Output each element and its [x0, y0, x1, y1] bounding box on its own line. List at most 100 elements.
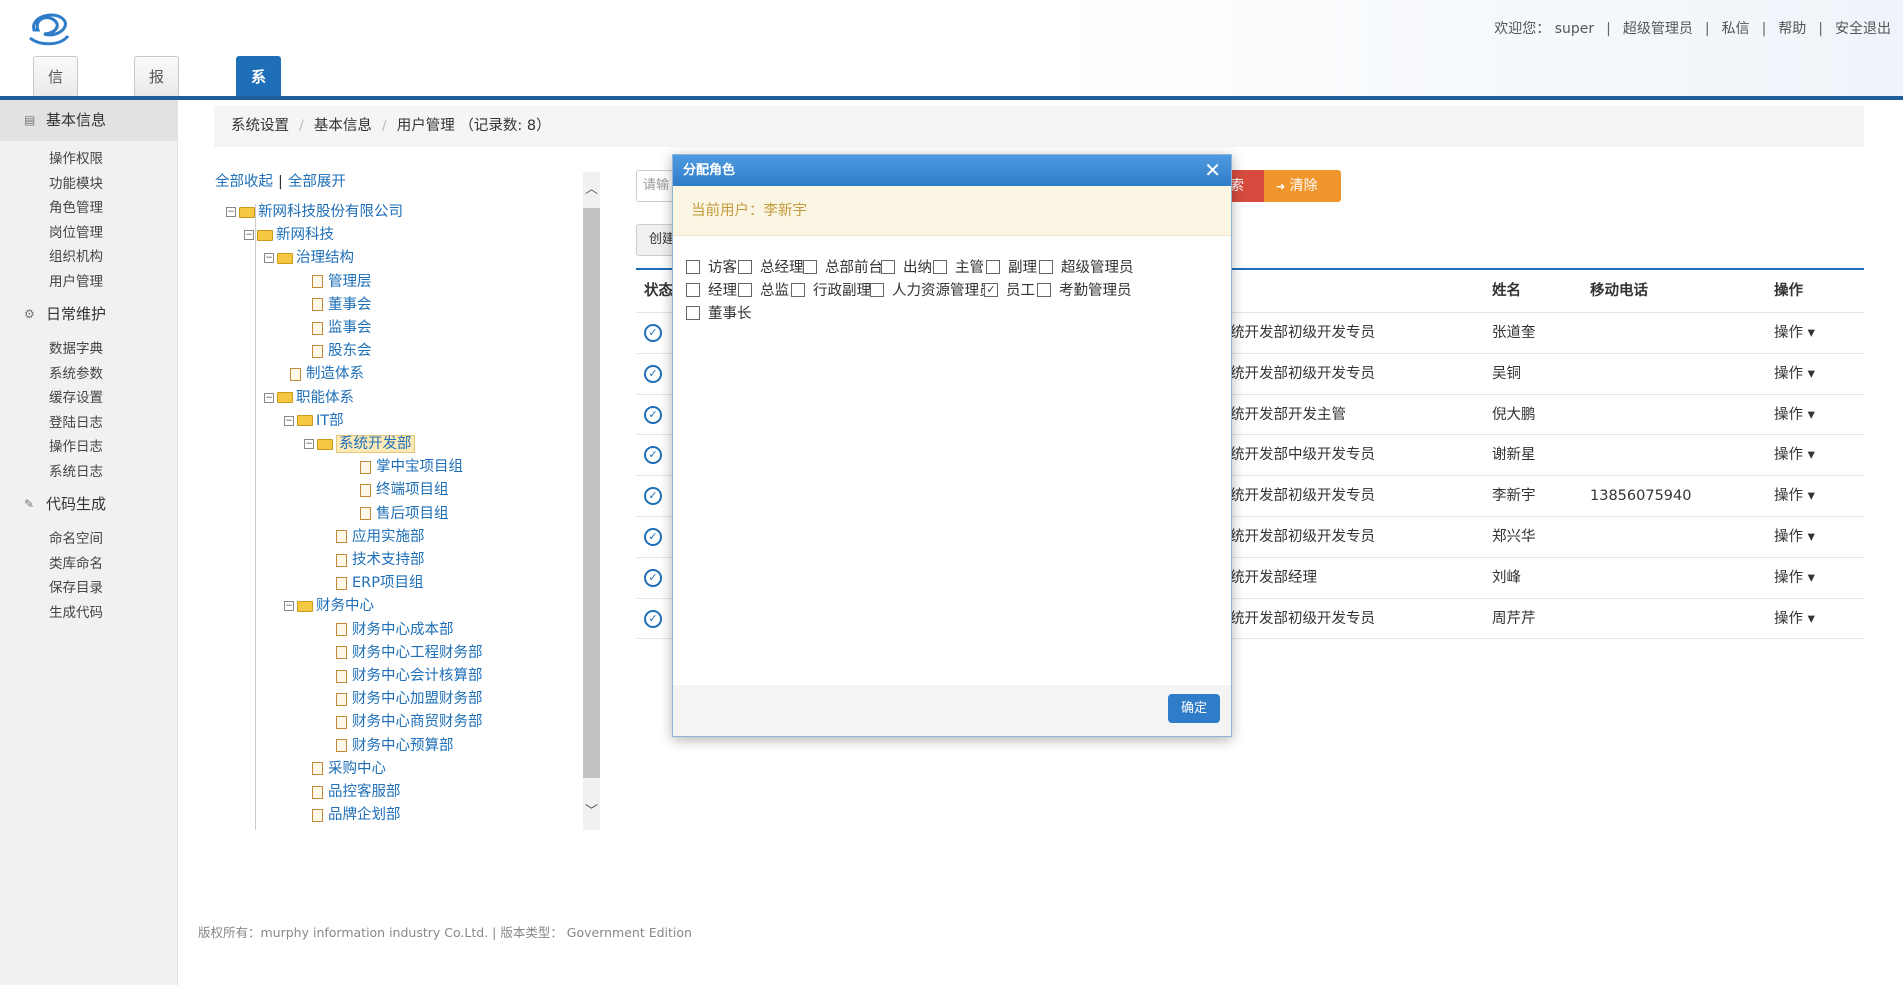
tree-node[interactable]: 掌中宝项目组 — [360, 456, 463, 478]
checkbox-icon[interactable] — [738, 282, 752, 297]
checkbox-icon[interactable] — [803, 259, 817, 274]
help-link[interactable]: 帮助 — [1778, 21, 1806, 37]
checkbox-icon[interactable] — [738, 259, 752, 274]
tree-node[interactable]: 终端项目组 — [360, 479, 449, 501]
tree-node[interactable]: − IT部 — [284, 410, 344, 432]
tab-system-settings[interactable]: 系统设置 — [236, 56, 282, 206]
tree-node[interactable]: 财务中心商贸财务部 — [336, 711, 483, 733]
checkbox-icon[interactable] — [686, 259, 700, 274]
tree-node[interactable]: − 新网科技 — [244, 224, 334, 246]
operation-dropdown[interactable]: 操作 ▾ — [1774, 599, 1815, 639]
close-icon[interactable]: ✕ — [1204, 157, 1221, 183]
sidebar-item-params[interactable]: 系统参数 — [0, 362, 177, 387]
role-checkbox[interactable]: 总监 — [738, 281, 789, 301]
confirm-button[interactable]: 确定 — [1168, 694, 1220, 723]
checkbox-icon[interactable] — [881, 259, 895, 274]
operation-dropdown[interactable]: 操作 ▾ — [1774, 435, 1815, 475]
sidebar-item-users[interactable]: 用户管理 — [0, 270, 177, 295]
collapse-toggle-icon[interactable]: − — [304, 439, 314, 449]
role-checkbox[interactable]: 访客 — [686, 258, 737, 278]
role-checkbox[interactable]: 副理 — [986, 258, 1037, 278]
role-checkbox[interactable]: 超级管理员 — [1039, 258, 1134, 278]
sidebar-item-login-log[interactable]: 登陆日志 — [0, 411, 177, 436]
scroll-down-icon[interactable]: ﹀ — [583, 802, 600, 822]
collapse-toggle-icon[interactable]: − — [226, 207, 236, 217]
tree-node[interactable]: 监事会 — [312, 317, 372, 339]
sidebar-item-save-dir[interactable]: 保存目录 — [0, 576, 177, 601]
role-checkbox[interactable]: 总经理 — [738, 258, 804, 278]
tree-scrollbar[interactable]: ︿ ﹀ — [583, 172, 600, 830]
sidebar-item-positions[interactable]: 岗位管理 — [0, 221, 177, 246]
role-checkbox[interactable]: 行政副理 — [791, 281, 871, 301]
breadcrumb-basic-info[interactable]: 基本信息 — [314, 118, 372, 134]
sidebar-item-roles[interactable]: 角色管理 — [0, 196, 177, 221]
logout-link[interactable]: 安全退出 — [1835, 21, 1891, 37]
role-link[interactable]: 超级管理员 — [1623, 21, 1693, 37]
tab-info-center[interactable]: 信息中心 — [33, 56, 79, 206]
checkbox-icon[interactable] — [791, 282, 805, 297]
tree-node[interactable]: − 系统开发部 — [304, 433, 415, 455]
tree-node[interactable]: 股东会 — [312, 340, 372, 362]
tree-node[interactable]: 财务中心工程财务部 — [336, 642, 483, 664]
sidebar-item-class-naming[interactable]: 类库命名 — [0, 552, 177, 577]
checkbox-icon[interactable] — [986, 259, 1000, 274]
messages-link[interactable]: 私信 — [1722, 21, 1750, 37]
operation-dropdown[interactable]: 操作 ▾ — [1774, 354, 1815, 394]
operation-dropdown[interactable]: 操作 ▾ — [1774, 395, 1815, 435]
tree-node[interactable]: 财务中心加盟财务部 — [336, 688, 483, 710]
sidebar-item-op-log[interactable]: 操作日志 — [0, 435, 177, 460]
scroll-thumb[interactable] — [583, 208, 600, 778]
sidebar-item-dictionary[interactable]: 数据字典 — [0, 337, 177, 362]
role-checkbox[interactable]: 人力资源管理员 — [870, 281, 994, 301]
tree-node[interactable]: 财务中心成本部 — [336, 619, 454, 641]
tree-node[interactable]: − 职能体系 — [264, 387, 354, 409]
collapse-toggle-icon[interactable]: − — [284, 601, 294, 612]
tree-node[interactable]: 董事会 — [312, 294, 372, 316]
clear-button[interactable]: ➜ 清除 — [1264, 170, 1341, 202]
tree-node[interactable]: − 治理结构 — [264, 247, 354, 269]
sidebar-item-namespace[interactable]: 命名空间 — [0, 527, 177, 552]
collapse-toggle-icon[interactable]: − — [264, 253, 274, 264]
sidebar-item-permissions[interactable]: 操作权限 — [0, 147, 177, 172]
sidebar-item-modules[interactable]: 功能模块 — [0, 172, 177, 197]
checkbox-icon[interactable] — [686, 282, 700, 297]
tree-node[interactable]: 管理层 — [312, 271, 372, 293]
role-checkbox[interactable]: 主管 — [933, 258, 984, 278]
sidebar-head-codegen[interactable]: ✎ 代码生成 — [0, 484, 177, 525]
tree-node[interactable]: 品牌企划部 — [312, 804, 401, 826]
tree-node[interactable]: 财务中心预算部 — [336, 735, 454, 757]
tree-node[interactable]: − 财务中心 — [284, 595, 374, 617]
operation-dropdown[interactable]: 操作 ▾ — [1774, 558, 1815, 598]
sidebar-item-generate[interactable]: 生成代码 — [0, 601, 177, 626]
tree-node[interactable]: 财务中心会计核算部 — [336, 665, 483, 687]
checkbox-icon[interactable] — [1039, 259, 1053, 274]
tree-node[interactable]: 采购中心 — [312, 758, 386, 780]
tree-node[interactable]: 制造体系 — [290, 363, 364, 385]
checkbox-icon[interactable] — [870, 282, 884, 297]
sidebar-item-sys-log[interactable]: 系统日志 — [0, 460, 177, 485]
role-checkbox[interactable]: 考勤管理员 — [1037, 281, 1132, 301]
operation-dropdown[interactable]: 操作 ▾ — [1774, 313, 1815, 353]
tree-node[interactable]: 应用实施部 — [336, 526, 425, 548]
role-checkbox[interactable]: 董事长 — [686, 304, 752, 324]
checkbox-icon[interactable] — [933, 259, 947, 274]
sidebar-item-cache[interactable]: 缓存设置 — [0, 386, 177, 411]
tree-node[interactable]: ERP项目组 — [336, 572, 423, 594]
role-checkbox[interactable]: 总部前台 — [803, 258, 883, 278]
collapse-toggle-icon[interactable]: − — [264, 392, 274, 403]
tree-node[interactable]: 品控客服部 — [312, 781, 401, 803]
operation-dropdown[interactable]: 操作 ▾ — [1774, 476, 1815, 516]
checkbox-icon[interactable] — [1037, 282, 1051, 297]
checkbox-checked-icon[interactable]: ✓ — [984, 282, 998, 297]
sidebar-head-maintenance[interactable]: ⚙ 日常维护 — [0, 294, 177, 335]
scroll-up-icon[interactable]: ︿ — [583, 180, 600, 200]
tree-node[interactable]: − 新网科技股份有限公司 — [226, 201, 403, 223]
tree-node[interactable]: 技术支持部 — [336, 549, 425, 571]
role-checkbox[interactable]: ✓ 员工 — [984, 281, 1035, 301]
checkbox-icon[interactable] — [686, 305, 700, 320]
collapse-toggle-icon[interactable]: − — [284, 415, 294, 426]
role-checkbox[interactable]: 经理 — [686, 281, 737, 301]
sidebar-head-basic[interactable]: ▤ 基本信息 — [0, 100, 177, 141]
operation-dropdown[interactable]: 操作 ▾ — [1774, 517, 1815, 557]
tab-report-center[interactable]: 报表中心 — [134, 56, 180, 206]
